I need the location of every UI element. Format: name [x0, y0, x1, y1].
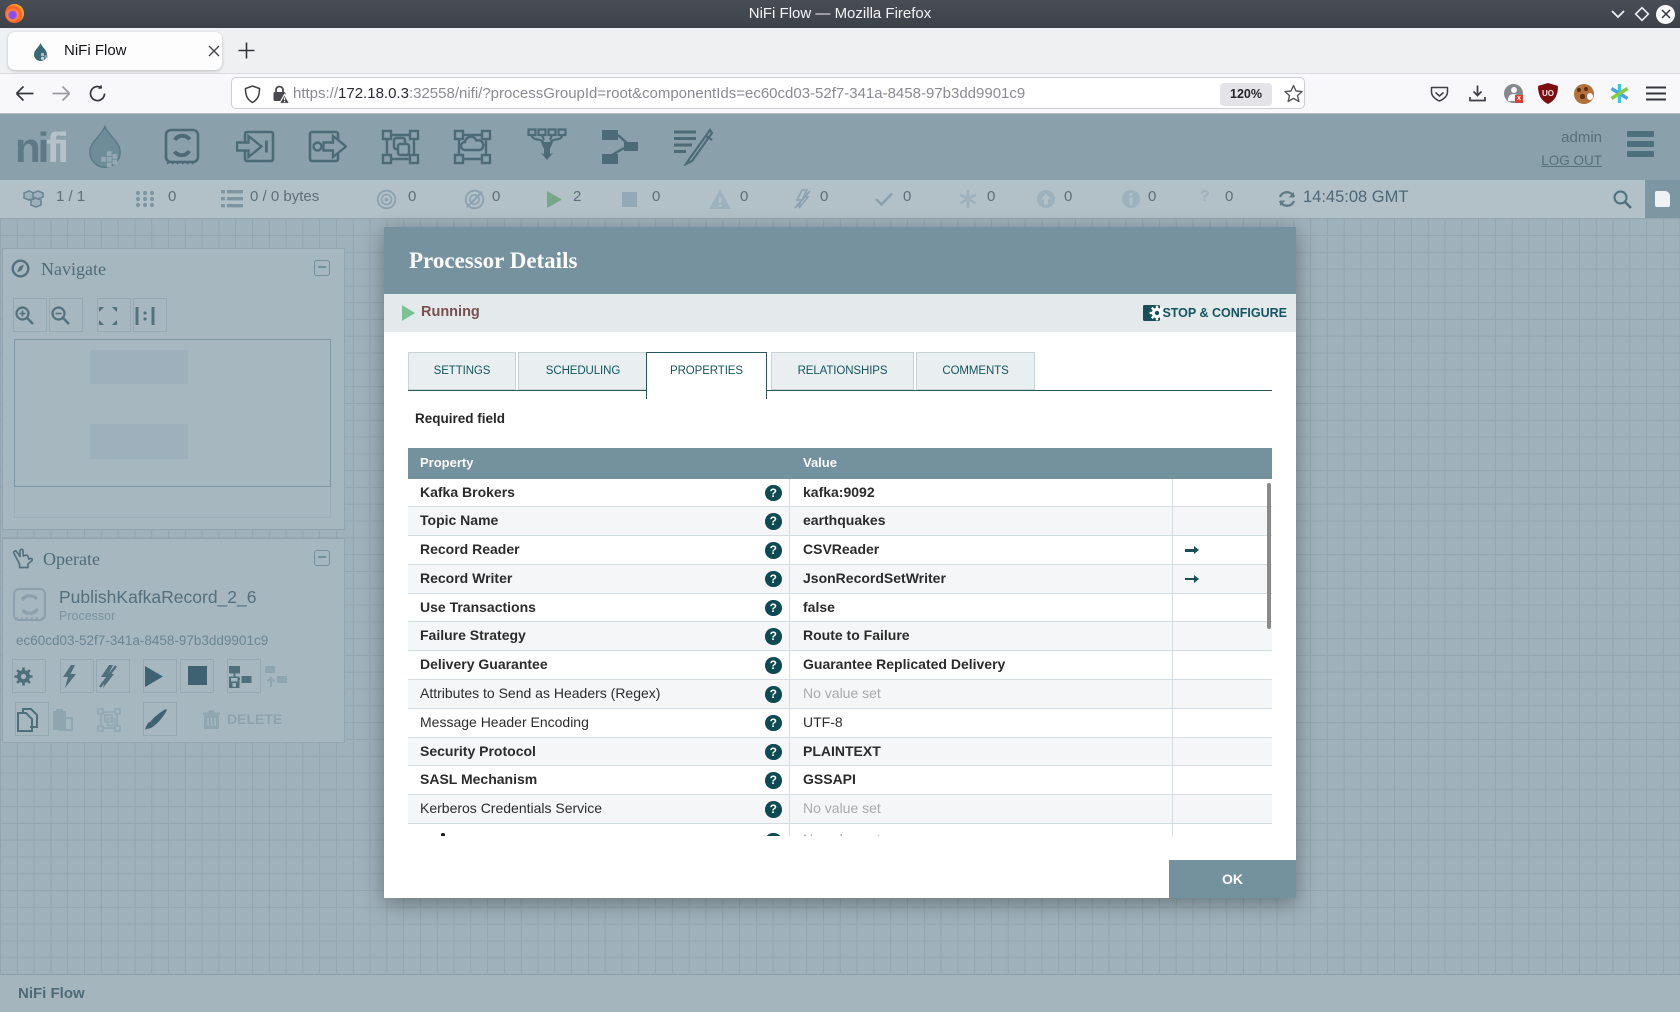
svg-text:UO: UO — [1542, 89, 1554, 98]
